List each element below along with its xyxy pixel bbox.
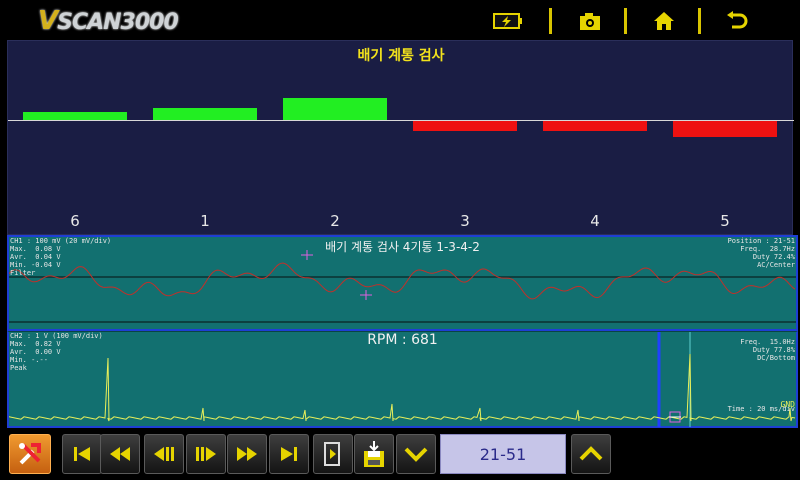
trigger-marker (669, 411, 681, 423)
balance-chart: 배기 계통 검사 6 1 2 3 4 5 (7, 40, 794, 235)
ch1-right-info: Position : 21-51 Freq. 28.7Hz Duty 72.4%… (727, 237, 795, 269)
back-icon[interactable] (718, 6, 758, 36)
ch2-right-info: Freq. 15.0Hz Duty 77.8% DC/Bottom (740, 338, 795, 362)
ch1-left-info: CH1 : 100 mV (20 mV/div) Max. 0.08 V Avr… (10, 237, 112, 277)
save-icon[interactable] (354, 434, 394, 474)
step-back-icon[interactable] (144, 434, 184, 474)
rpm-readout: RPM : 681 (367, 332, 438, 348)
ch1-title: 배기 계통 검사 4기통 1-3-4-2 (325, 240, 480, 254)
cylinder-bar-2 (283, 98, 387, 120)
toolbar-separator (624, 8, 627, 34)
scope-ch1: 배기 계통 검사 4기통 1-3-4-2 CH1 : 100 mV (20 mV… (7, 235, 798, 331)
cylinder-label: 4 (590, 212, 600, 230)
cylinder-label: 2 (330, 212, 340, 230)
first-frame-icon[interactable] (62, 434, 102, 474)
camera-icon[interactable] (570, 6, 610, 36)
cylinder-label: 1 (200, 212, 210, 230)
battery-charging-icon[interactable] (488, 6, 528, 36)
cylinder-label: 5 (720, 212, 730, 230)
balance-title: 배기 계통 검사 (357, 48, 445, 64)
step-forward-icon[interactable] (186, 434, 226, 474)
min-marker (360, 290, 372, 300)
gnd-label: GND (780, 400, 795, 409)
top-bar: VSCAN3000 (0, 0, 800, 40)
home-icon[interactable] (644, 6, 684, 36)
last-frame-icon[interactable] (269, 434, 309, 474)
toolbar-separator (549, 8, 552, 34)
position-display: 21-51 (440, 434, 566, 474)
cylinder-bar-4 (543, 121, 647, 131)
bottom-bar: 21-51 (0, 430, 800, 480)
cylinder-bar-1 (153, 108, 257, 120)
scope-ch2: RPM : 681 CH2 : 1 V (100 mV/div) Max. 0.… (7, 331, 798, 428)
chevron-up-icon[interactable] (571, 434, 611, 474)
load-file-icon[interactable] (313, 434, 353, 474)
rewind-icon[interactable] (100, 434, 140, 474)
cylinder-label: 6 (70, 212, 80, 230)
toolbar-separator (698, 8, 701, 34)
cylinder-bar-6 (23, 112, 127, 120)
chevron-down-icon[interactable] (396, 434, 436, 474)
ch2-left-info: CH2 : 1 V (100 mV/div) Max. 0.82 V Avr. … (10, 332, 103, 372)
logo: VSCAN3000 (38, 6, 179, 36)
cylinder-label: 3 (460, 212, 470, 230)
cylinder-bar-3 (413, 121, 517, 131)
fast-forward-icon[interactable] (227, 434, 267, 474)
cylinder-bar-5 (673, 121, 777, 137)
tools-icon[interactable] (9, 434, 51, 474)
